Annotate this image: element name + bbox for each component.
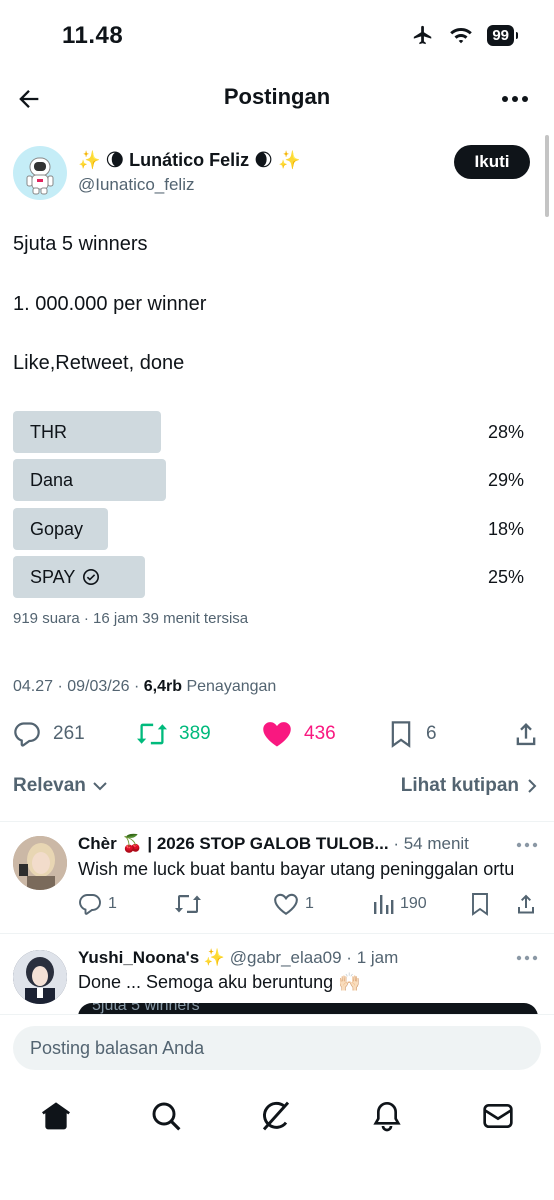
- reply-text: Done ... Semoga aku beruntung 🙌🏻: [78, 972, 361, 992]
- battery-indicator: 99: [487, 24, 518, 46]
- views-icon: [374, 895, 394, 914]
- poll-option-label: Dana: [30, 470, 74, 490]
- mail-icon: [483, 1104, 513, 1128]
- reply-meta: @gabr_elaa09 · 1 jam: [225, 948, 399, 967]
- heart-icon: [263, 722, 291, 747]
- share-icon: [518, 894, 534, 914]
- check-circle-icon: [83, 568, 100, 586]
- status-icons: 99: [411, 24, 518, 46]
- retweet-button[interactable]: 389: [137, 718, 211, 750]
- share-button[interactable]: [512, 718, 540, 750]
- poll-option-percent: 18%: [487, 519, 524, 539]
- back-arrow-icon: [19, 90, 39, 108]
- poll-option-label: SPAY: [30, 567, 76, 587]
- reply-avatar[interactable]: [13, 836, 67, 890]
- views-label: Penayangan: [182, 678, 277, 695]
- poll-option-percent: 25%: [487, 567, 524, 587]
- reply-retweet-button[interactable]: [175, 892, 201, 916]
- page-title: Postingan: [223, 84, 331, 109]
- more-button[interactable]: [500, 86, 530, 112]
- reply-header: Yushi_Noona's ✨ @gabr_elaa09 · 1 jam: [78, 948, 398, 968]
- retweet-icon: [175, 895, 201, 913]
- reply-more-button[interactable]: [516, 842, 538, 848]
- quotes-link[interactable]: Lihat kutipan: [401, 775, 537, 797]
- reply-reply-count: 1: [108, 895, 117, 912]
- reply-author-name[interactable]: Chèr 🍒 | 2026 STOP GALOB TULOB...: [78, 834, 389, 853]
- reply-like-count: 1: [305, 895, 314, 912]
- author-handle[interactable]: @Iunatico_feliz: [78, 175, 195, 195]
- more-icon: [502, 96, 528, 102]
- heart-outline-icon: [274, 893, 298, 915]
- reply-count: 261: [53, 723, 85, 744]
- poll-meta: 919 suara · 16 jam 39 menit tersisa: [13, 610, 249, 627]
- reply-like-button[interactable]: 1: [273, 892, 314, 916]
- reply-more-button[interactable]: [516, 955, 538, 961]
- reply-view-count: 190: [400, 895, 427, 912]
- poll-option[interactable]: THR 28%: [13, 411, 525, 453]
- sort-dropdown[interactable]: Relevan: [13, 775, 108, 797]
- follow-button[interactable]: Ikuti: [454, 145, 530, 179]
- divider: [0, 821, 554, 822]
- poll-option[interactable]: Dana 29%: [13, 459, 525, 501]
- reply-button[interactable]: 261: [13, 718, 85, 750]
- status-time: 11.48: [62, 22, 124, 49]
- scrollbar[interactable]: [545, 135, 549, 217]
- sort-label: Relevan: [13, 775, 86, 796]
- divider: [0, 933, 554, 934]
- bookmark-icon: [472, 893, 488, 916]
- nav-home[interactable]: [40, 1100, 72, 1132]
- search-icon: [152, 1102, 181, 1131]
- reply-reply-button[interactable]: 1: [78, 892, 117, 916]
- nav-messages[interactable]: [482, 1100, 514, 1132]
- post-datetime: 04.27 · 09/03/26 ·: [13, 678, 144, 695]
- grok-icon: [262, 1101, 290, 1131]
- bell-icon: [373, 1101, 401, 1132]
- more-icon: [516, 842, 538, 848]
- nav-notifications[interactable]: [371, 1100, 403, 1132]
- author-avatar[interactable]: [13, 146, 67, 200]
- reply-author-name[interactable]: Yushi_Noona's ✨: [78, 948, 225, 967]
- bookmark-button[interactable]: 6: [388, 718, 437, 750]
- tweet-text-line: 5juta 5 winners: [13, 233, 148, 255]
- share-icon: [516, 723, 536, 746]
- retweet-count: 389: [179, 723, 211, 744]
- like-button[interactable]: 436: [262, 718, 336, 750]
- tweet-text-line: 1. 000.000 per winner: [13, 293, 207, 315]
- reply-icon: [14, 722, 40, 747]
- tweet-text-line: Like,Retweet, done: [13, 352, 185, 374]
- home-icon: [42, 1102, 70, 1130]
- poll-option-label: Gopay: [30, 519, 84, 539]
- chevron-down-icon: [93, 782, 107, 791]
- bookmark-count: 6: [426, 723, 437, 744]
- nav-search[interactable]: [150, 1100, 182, 1132]
- airplane-icon: [411, 24, 435, 46]
- reply-views[interactable]: 190: [372, 892, 427, 916]
- more-icon: [516, 955, 538, 961]
- views-count[interactable]: 6,4rb: [144, 678, 182, 695]
- reply-avatar[interactable]: [13, 950, 67, 1004]
- poll-option-percent: 29%: [487, 470, 524, 490]
- chevron-right-icon: [528, 779, 537, 793]
- reply-header: Chèr 🍒 | 2026 STOP GALOB TULOB... · 54 m…: [78, 834, 469, 854]
- reply-text: Wish me luck buat bantu bayar utang peni…: [78, 859, 515, 879]
- reply-input[interactable]: [13, 1026, 541, 1070]
- bookmark-icon: [391, 721, 411, 748]
- nav-grok[interactable]: [260, 1100, 292, 1132]
- poll-option[interactable]: Gopay 18%: [13, 508, 525, 550]
- wifi-icon: [449, 25, 473, 45]
- reply-icon: [79, 894, 101, 915]
- poll-option-percent: 28%: [487, 422, 524, 442]
- back-button[interactable]: [14, 84, 44, 114]
- reply-meta: · 54 menit: [388, 834, 469, 853]
- poll-option-label: THR: [30, 422, 67, 442]
- author-name[interactable]: ✨ 🌘 Lunático Feliz 🌒 ✨: [78, 150, 300, 171]
- retweet-icon: [137, 723, 167, 745]
- reply-bookmark-button[interactable]: [469, 892, 491, 916]
- post-meta: 04.27 · 09/03/26 · 6,4rb Penayangan: [13, 678, 276, 696]
- quotes-label: Lihat kutipan: [400, 775, 519, 796]
- poll-option[interactable]: SPAY 25%: [13, 556, 525, 598]
- reply-share-button[interactable]: [514, 892, 538, 916]
- like-count: 436: [304, 723, 336, 744]
